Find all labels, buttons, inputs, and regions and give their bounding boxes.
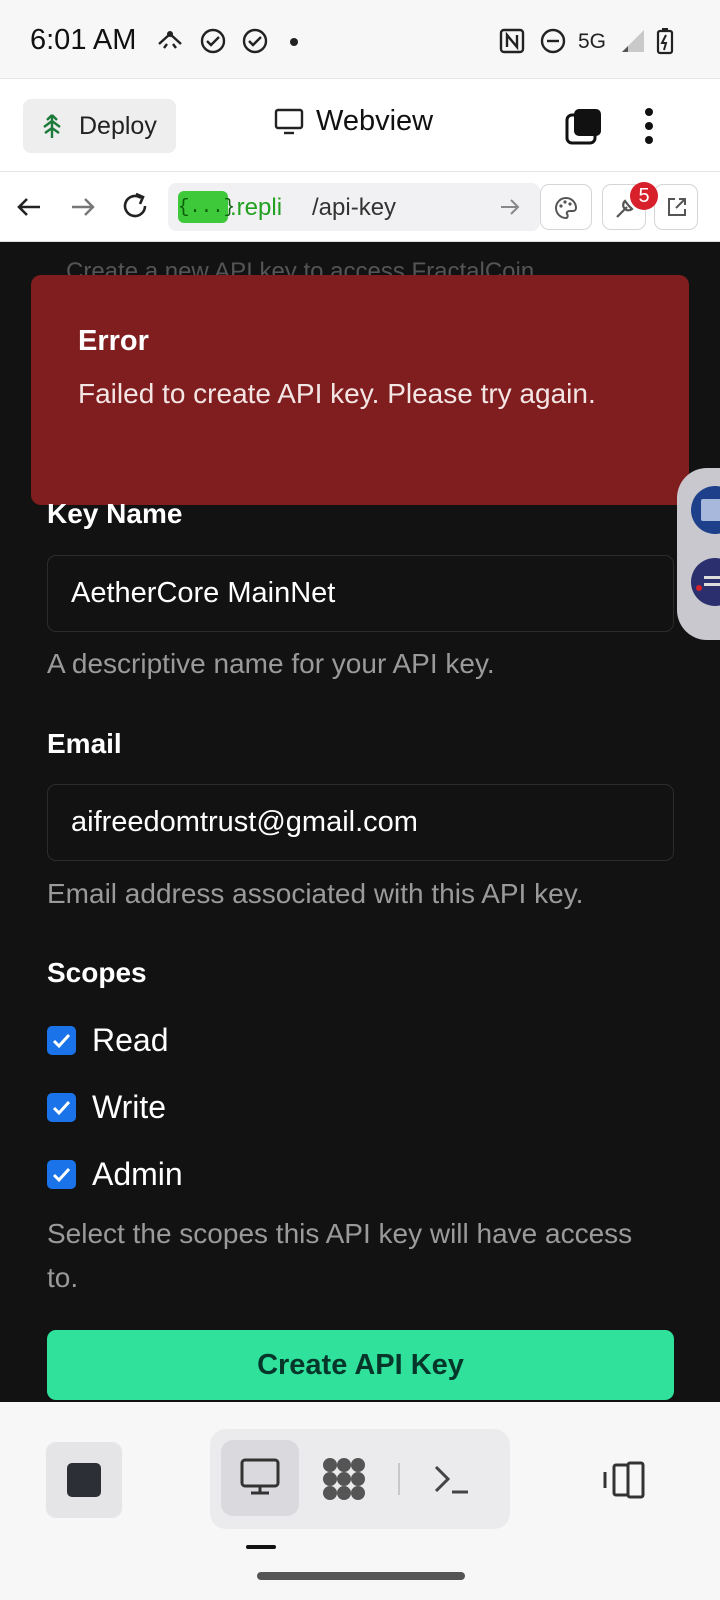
tabs-icon[interactable] [565, 107, 603, 145]
write-checkbox[interactable] [47, 1092, 76, 1122]
read-checkbox[interactable] [47, 1025, 76, 1055]
book-icon[interactable] [689, 484, 720, 536]
view-switcher [210, 1429, 510, 1529]
email-label: Email [47, 728, 122, 759]
battery-icon [656, 28, 674, 55]
create-button-clip: Create API Key [47, 1330, 674, 1402]
admin-checkbox[interactable] [47, 1159, 76, 1189]
forward-arrow-icon[interactable] [68, 192, 98, 222]
agent-icon[interactable] [320, 1455, 368, 1503]
create-api-key-button[interactable]: Create API Key [47, 1330, 674, 1400]
key-name-label: Key Name [47, 498, 183, 529]
signal-icon [622, 30, 644, 52]
dnd-icon [540, 28, 566, 54]
network-type: 5G [578, 30, 607, 53]
status-time: 6:01 AM [30, 24, 137, 56]
stop-icon [67, 1463, 101, 1497]
email-help: Email address associated with this API k… [47, 878, 584, 909]
browser-bar: {...} .repli /api-key [0, 172, 720, 242]
url-domain: .repli [230, 194, 283, 221]
deploy-button[interactable]: Deploy [23, 99, 176, 153]
error-title: Error [78, 325, 149, 357]
list-icon[interactable] [689, 556, 720, 608]
preview-tab[interactable] [221, 1440, 299, 1516]
app-bar: Deploy Webview [0, 78, 720, 172]
check-icon [52, 1100, 71, 1115]
write-label: Write [92, 1088, 167, 1125]
webview-content: Create a new API key to access FractalCo… [0, 242, 720, 1402]
deploy-label: Deploy [79, 111, 157, 140]
url-path: /api-key [312, 194, 397, 221]
error-toast[interactable]: Error Failed to create API key. Please t… [31, 275, 689, 505]
check-icon [52, 1167, 71, 1182]
palette-icon [555, 196, 578, 220]
divider [398, 1463, 400, 1495]
panel-toggle-icon[interactable] [600, 1460, 648, 1500]
scope-write[interactable]: Write [47, 1087, 166, 1127]
open-external-icon [668, 198, 686, 216]
url-badge: {...} [178, 191, 235, 223]
key-name-input[interactable] [47, 555, 674, 632]
email-input[interactable] [47, 784, 674, 861]
nfc-icon [499, 28, 525, 54]
network-share-icon [158, 31, 182, 49]
url-field[interactable]: {...} .repli /api-key [168, 183, 540, 231]
webview-title: Webview [316, 105, 434, 137]
preview-icon [240, 1458, 280, 1495]
bottom-toolbar [0, 1402, 720, 1600]
scopes-help: Select the scopes this API key will have… [47, 1218, 633, 1293]
check-circle-icon [242, 28, 268, 54]
floating-widget[interactable] [677, 468, 720, 640]
error-message: Failed to create API key. Please try aga… [78, 378, 596, 409]
theme-button[interactable] [540, 184, 592, 230]
deploy-tree-icon [43, 114, 61, 138]
scopes-label: Scopes [47, 957, 147, 988]
stop-button[interactable] [46, 1442, 122, 1518]
notification-badge: 5 [630, 182, 658, 210]
more-vertical-icon[interactable] [637, 105, 661, 147]
home-indicator[interactable] [257, 1572, 465, 1580]
notification-dot [290, 38, 298, 46]
terminal-icon[interactable] [430, 1459, 474, 1499]
status-bar: 6:01 AM 5G [0, 0, 720, 80]
monitor-icon [274, 108, 304, 134]
key-name-help: A descriptive name for your API key. [47, 648, 495, 679]
check-circle-icon [200, 28, 226, 54]
open-external-button[interactable] [654, 184, 698, 230]
reload-icon[interactable] [119, 190, 151, 222]
scope-admin[interactable]: Admin [47, 1154, 183, 1194]
nav-handle [246, 1545, 276, 1549]
back-arrow-icon[interactable] [14, 192, 44, 222]
admin-label: Admin [92, 1155, 183, 1192]
scope-read[interactable]: Read [47, 1020, 169, 1060]
read-label: Read [92, 1021, 169, 1058]
check-icon [52, 1033, 71, 1048]
webview-tab-title: Webview [274, 105, 433, 138]
go-arrow-icon[interactable] [498, 195, 522, 219]
